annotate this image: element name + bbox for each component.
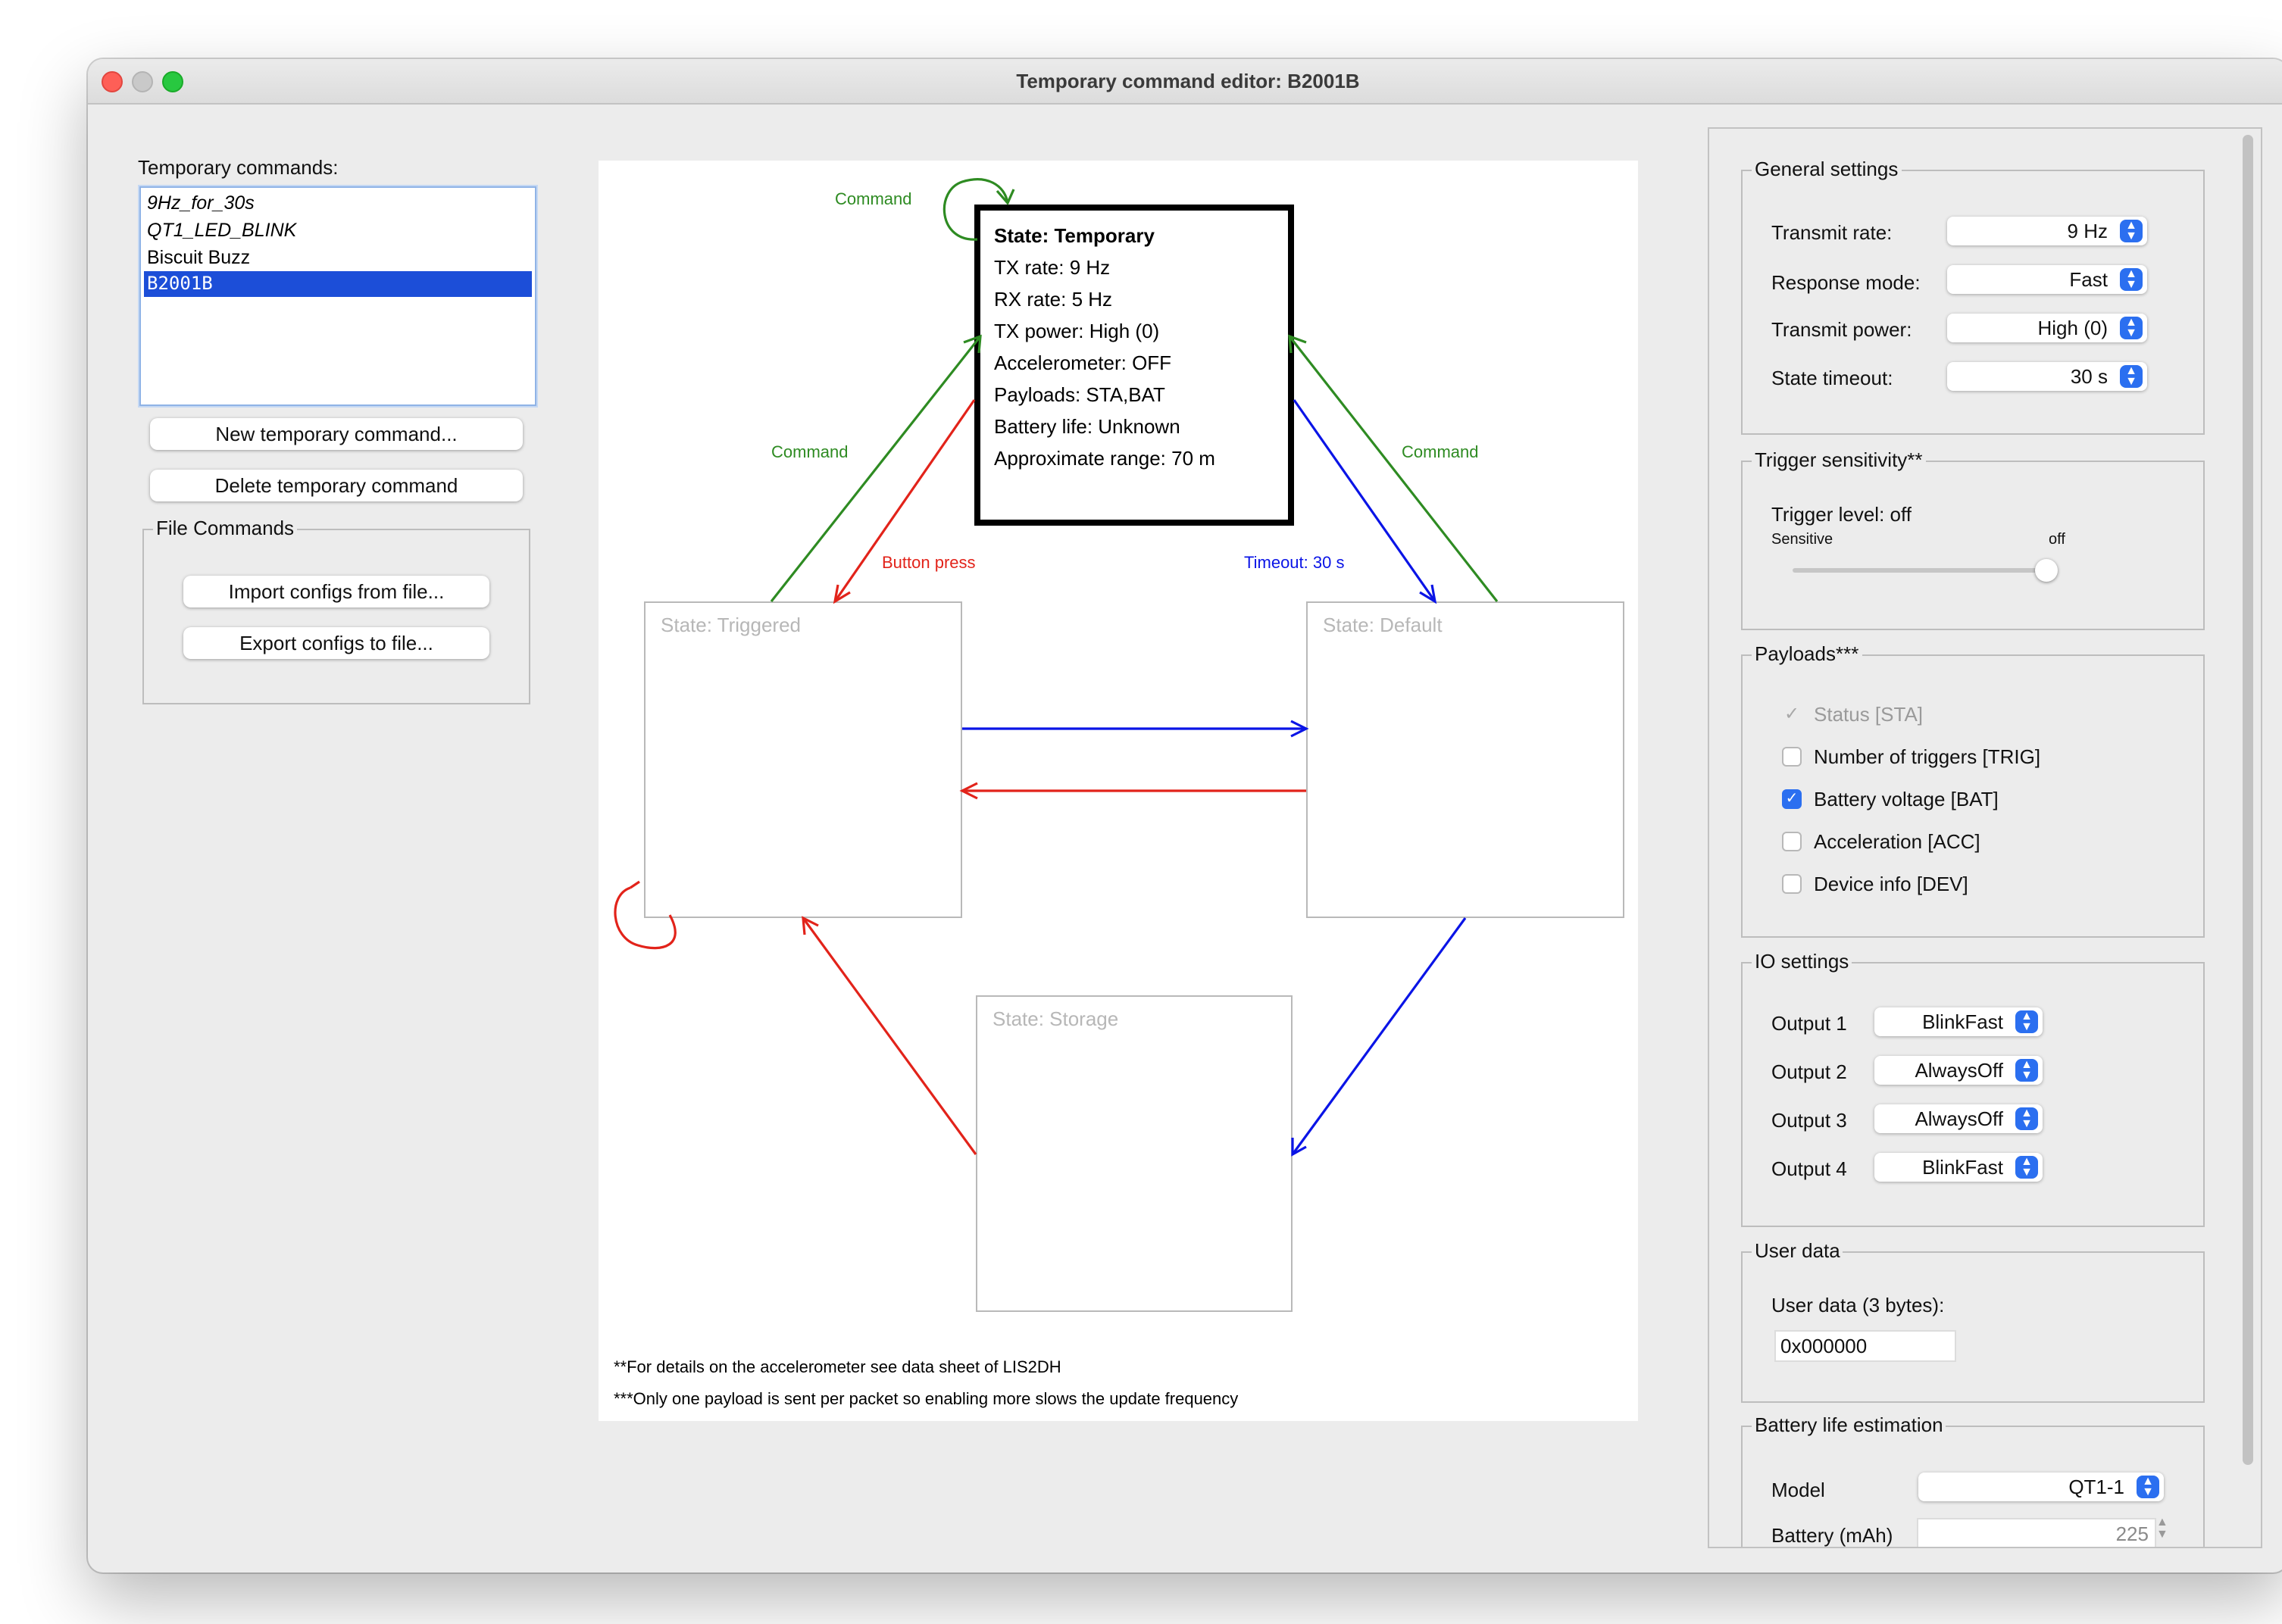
chevron-updown-icon: ▲ ▼ xyxy=(2015,1010,2038,1033)
state-timeout-label: State timeout: xyxy=(1771,367,1893,389)
sensitive-label: Sensitive xyxy=(1771,532,1833,548)
delete-temporary-command-button[interactable]: Delete temporary command xyxy=(150,470,523,501)
payloads-title: Payloads*** xyxy=(1752,642,1862,665)
transmit-rate-value: 9 Hz xyxy=(2067,220,2108,242)
output-2-select[interactable]: AlwaysOff ▲ ▼ xyxy=(1874,1056,2043,1085)
settings-panel[interactable]: General settings Transmit rate: 9 Hz ▲ ▼ … xyxy=(1708,127,2262,1548)
chevron-updown-icon: ▲ ▼ xyxy=(2015,1058,2038,1082)
timeout-label: Timeout: 30 s xyxy=(1244,554,1345,573)
chevron-updown-icon: ▲ ▼ xyxy=(2120,219,2143,242)
scrollbar-thumb[interactable] xyxy=(2243,135,2253,1465)
device-info-label: Device info [DEV] xyxy=(1814,873,1968,895)
list-item[interactable]: QT1_LED_BLINK xyxy=(144,218,532,244)
payload-footnote: ***Only one payload is sent per packet s… xyxy=(614,1391,1239,1409)
battery-voltage-checkbox[interactable]: ✓ xyxy=(1782,789,1802,809)
output-2-label: Output 2 xyxy=(1771,1060,1847,1083)
stepper-arrows-icon[interactable]: ▲ ▼ xyxy=(2156,1516,2168,1541)
editor-window: Temporary command editor: B2001B Tempora… xyxy=(88,59,2282,1572)
general-settings-title: General settings xyxy=(1752,158,1902,180)
battery-capacity-field[interactable]: 225 xyxy=(1918,1519,2155,1547)
status-sta-checkbox: ✓ xyxy=(1783,703,1800,724)
state-diagram: State: Triggered State: Default State: S… xyxy=(599,161,1638,1421)
output-2-value: AlwaysOff xyxy=(1915,1059,2003,1082)
state-timeout-value: 30 s xyxy=(2070,365,2108,388)
user-data-title: User data xyxy=(1752,1239,1843,1262)
chevron-updown-icon: ▲ ▼ xyxy=(2015,1155,2038,1179)
output-4-value: BlinkFast xyxy=(1922,1156,2003,1179)
user-data-group: User data xyxy=(1741,1239,2205,1403)
battery-capacity-label: Battery (mAh) xyxy=(1771,1524,1893,1547)
transmit-rate-label: Transmit rate: xyxy=(1771,221,1893,244)
output-1-label: Output 1 xyxy=(1771,1012,1847,1035)
io-settings-title: IO settings xyxy=(1752,950,1852,973)
state-timeout-select[interactable]: 30 s ▲ ▼ xyxy=(1947,362,2147,391)
io-settings-group: IO settings xyxy=(1741,950,2205,1227)
response-mode-label: Response mode: xyxy=(1771,271,1921,294)
user-data-field[interactable]: 0x000000 xyxy=(1776,1332,1955,1360)
battery-voltage-label: Battery voltage [BAT] xyxy=(1814,788,1999,810)
list-item[interactable]: Biscuit Buzz xyxy=(144,245,532,271)
window-title: Temporary command editor: B2001B xyxy=(1016,70,1360,92)
transmit-power-value: High (0) xyxy=(2037,317,2109,339)
button-press-arrowhead xyxy=(833,584,851,604)
import-configs-button[interactable]: Import configs from file... xyxy=(183,576,489,607)
acceleration-label: Acceleration [ACC] xyxy=(1814,830,1980,853)
output-3-label: Output 3 xyxy=(1771,1109,1847,1132)
accelerometer-footnote: **For details on the accelerometer see d… xyxy=(614,1359,1061,1377)
file-commands-group: File Commands xyxy=(142,517,530,704)
chevron-updown-icon: ▲ ▼ xyxy=(2137,1475,2159,1498)
output-4-select[interactable]: BlinkFast ▲ ▼ xyxy=(1874,1153,2043,1182)
list-item[interactable]: 9Hz_for_30s xyxy=(144,191,532,217)
chevron-updown-icon: ▲ ▼ xyxy=(2120,364,2143,388)
transmit-rate-select[interactable]: 9 Hz ▲ ▼ xyxy=(1947,217,2147,245)
temporary-commands-list[interactable]: 9Hz_for_30s QT1_LED_BLINK Biscuit Buzz B… xyxy=(139,186,536,406)
output-4-label: Output 4 xyxy=(1771,1157,1847,1180)
right-command-label: Command xyxy=(1402,444,1479,462)
model-label: Model xyxy=(1771,1479,1825,1501)
transition-arrows xyxy=(614,178,1499,1157)
output-1-select[interactable]: BlinkFast ▲ ▼ xyxy=(1874,1007,2043,1036)
output-1-value: BlinkFast xyxy=(1922,1010,2003,1033)
off-label: off xyxy=(2049,532,2065,548)
output-3-select[interactable]: AlwaysOff ▲ ▼ xyxy=(1874,1104,2043,1133)
number-of-triggers-label: Number of triggers [TRIG] xyxy=(1814,745,2041,768)
trigger-level-slider[interactable] xyxy=(1793,568,2047,573)
trigger-level-label: Trigger level: off xyxy=(1771,503,1912,526)
chevron-updown-icon: ▲ ▼ xyxy=(2015,1107,2038,1130)
button-press-label: Button press xyxy=(882,554,976,573)
output-3-value: AlwaysOff xyxy=(1915,1107,2003,1130)
response-mode-value: Fast xyxy=(2069,268,2108,291)
user-data-label: User data (3 bytes): xyxy=(1771,1294,1945,1316)
transmit-power-label: Transmit power: xyxy=(1771,318,1912,341)
title-bar: Temporary command editor: B2001B xyxy=(88,59,2282,105)
response-mode-select[interactable]: Fast ▲ ▼ xyxy=(1947,265,2147,294)
trigger-level-slider-thumb[interactable] xyxy=(2035,559,2058,582)
status-sta-label: Status [STA] xyxy=(1814,703,1924,726)
export-configs-button[interactable]: Export configs to file... xyxy=(183,627,489,659)
left-command-label: Command xyxy=(771,444,849,462)
number-of-triggers-checkbox[interactable] xyxy=(1782,747,1802,767)
general-settings-group: General settings xyxy=(1741,158,2205,435)
command-self-loop-arrow xyxy=(942,178,1009,241)
chevron-updown-icon: ▲ ▼ xyxy=(2120,267,2143,291)
temporary-commands-label: Temporary commands: xyxy=(138,156,339,179)
trigger-sensitivity-title: Trigger sensitivity** xyxy=(1752,448,1926,471)
battery-life-title: Battery life estimation xyxy=(1752,1413,1946,1436)
self-loop-command-label: Command xyxy=(835,191,912,209)
chevron-updown-icon: ▲ ▼ xyxy=(2120,316,2143,339)
list-item-selected[interactable]: B2001B xyxy=(144,271,532,297)
settings-scrollbar[interactable] xyxy=(2238,132,2256,1544)
triggered-self-loop-arrowhead xyxy=(630,880,640,889)
timeout-arrowhead xyxy=(1419,584,1437,604)
triggered-self-loop-arrow xyxy=(614,886,677,950)
new-temporary-command-button[interactable]: New temporary command... xyxy=(150,418,523,450)
model-value: QT1-1 xyxy=(2068,1476,2124,1498)
default-to-storage-arrow xyxy=(1291,917,1467,1155)
device-info-checkbox[interactable] xyxy=(1782,874,1802,894)
transmit-power-select[interactable]: High (0) ▲ ▼ xyxy=(1947,314,2147,342)
storage-to-triggered-arrow xyxy=(802,917,977,1155)
model-select[interactable]: QT1-1 ▲ ▼ xyxy=(1918,1473,2164,1501)
file-commands-title: File Commands xyxy=(153,517,298,539)
acceleration-checkbox[interactable] xyxy=(1782,832,1802,851)
